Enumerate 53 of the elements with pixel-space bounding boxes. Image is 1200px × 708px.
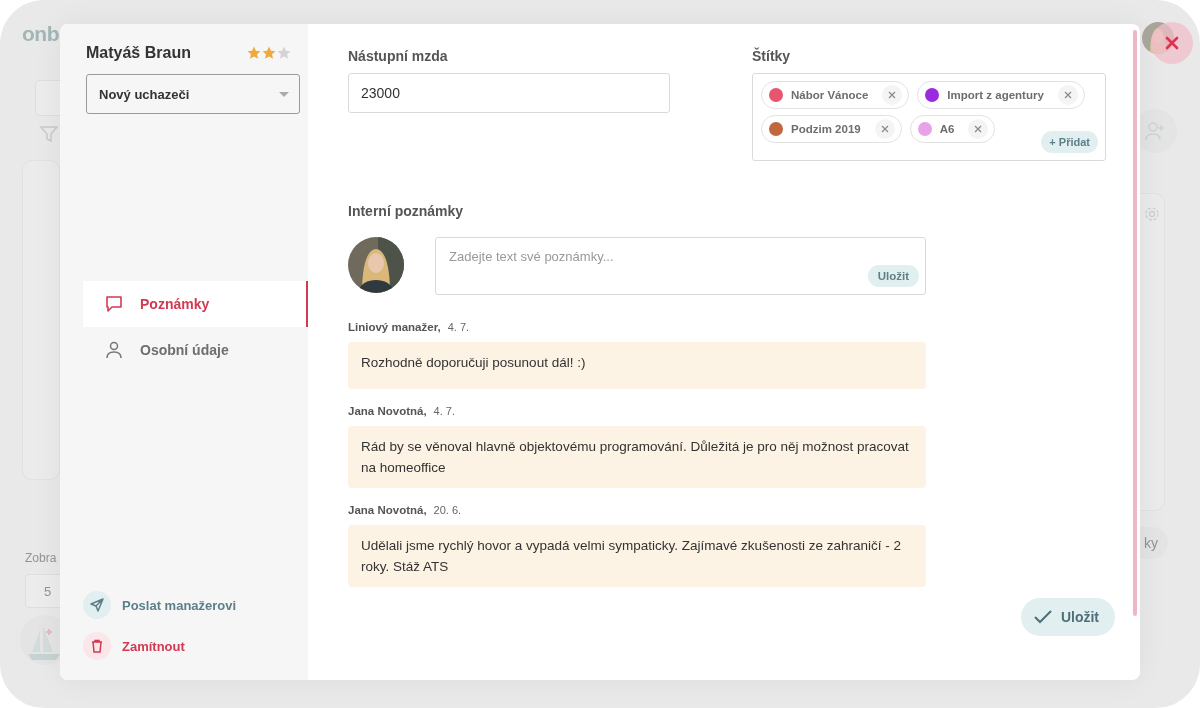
close-icon <box>1165 36 1179 50</box>
remove-tag-button[interactable] <box>968 119 989 139</box>
note-input[interactable]: Zadejte text své poznámky... Uložit <box>435 237 926 295</box>
trash-icon <box>83 632 111 660</box>
note-author: Jana Novotná, <box>348 405 427 417</box>
send-icon <box>83 591 111 619</box>
chat-icon <box>104 294 124 314</box>
tag-name: A6 <box>939 123 955 135</box>
send-button[interactable]: Poslat manažerovi <box>83 591 308 619</box>
person-icon <box>104 340 124 360</box>
scrollbar[interactable] <box>1133 30 1137 616</box>
note-text: Rád by se věnoval hlavně objektovému programování. Důležitá je pro něj možnost pracovat na homeoffice <box>348 426 926 488</box>
add-user-icon <box>1144 120 1166 142</box>
tag-name: Nábor Vánoce <box>791 89 869 101</box>
remove-tag-button[interactable] <box>874 119 895 139</box>
note-date: 4. 7. <box>433 405 455 417</box>
sidebar-tab[interactable]: Poznámky <box>83 281 308 327</box>
section-title: Interní poznámky <box>348 203 465 219</box>
close-icon <box>888 91 897 99</box>
salary-field[interactable]: 23000 <box>348 73 670 113</box>
candidate-name: Matyáš Braun <box>86 44 191 62</box>
check-icon <box>1033 610 1052 624</box>
note-text: Rozhodně doporučuji posunout dál! :) <box>348 342 926 389</box>
save-button[interactable]: Uložit <box>1020 598 1115 636</box>
close-icon <box>1063 91 1072 99</box>
star-rating[interactable] <box>247 46 291 60</box>
note-date: 4. 7. <box>447 321 470 333</box>
note-date: 20. 6. <box>433 504 462 516</box>
note-text: Udělali jsme rychlý hovor a vypadá velmi sympaticky. Zajímavé zkušenosti ze zahraničí - 2 roky. Stáž ATS <box>348 525 926 587</box>
reject-button[interactable]: Zamítnout <box>83 632 308 660</box>
remove-tag-button[interactable] <box>1057 85 1078 105</box>
ghost-button[interactable]: ky <box>1140 527 1168 559</box>
filter-icon[interactable] <box>39 124 59 144</box>
app-logo: onb <box>22 22 60 46</box>
submit-note-button[interactable]: Uložit <box>867 265 919 287</box>
sidebar-tab[interactable]: Osobní údaje <box>83 327 308 373</box>
caret-icon <box>279 91 289 97</box>
add-tag-button[interactable]: + Přidat <box>1041 131 1098 153</box>
settings-icon[interactable] <box>1144 206 1160 222</box>
remove-tag-button[interactable] <box>882 85 903 105</box>
tag-name: Import z agentury <box>947 89 1044 101</box>
star-icon <box>262 46 276 60</box>
field-label: Štítky <box>752 48 792 64</box>
note-author: Jana Novotná, <box>348 504 427 516</box>
star-icon <box>247 46 261 60</box>
star-icon <box>277 46 291 60</box>
close-icon <box>974 125 983 133</box>
page-size-label: Zobra <box>25 551 58 565</box>
stage-select[interactable]: Nový uchazeči <box>86 74 300 114</box>
tag-name: Podzim 2019 <box>791 123 861 135</box>
note-author: Liniový manažer, <box>348 321 441 333</box>
close-icon <box>880 125 889 133</box>
field-label: Nástupní mzda <box>348 48 449 64</box>
